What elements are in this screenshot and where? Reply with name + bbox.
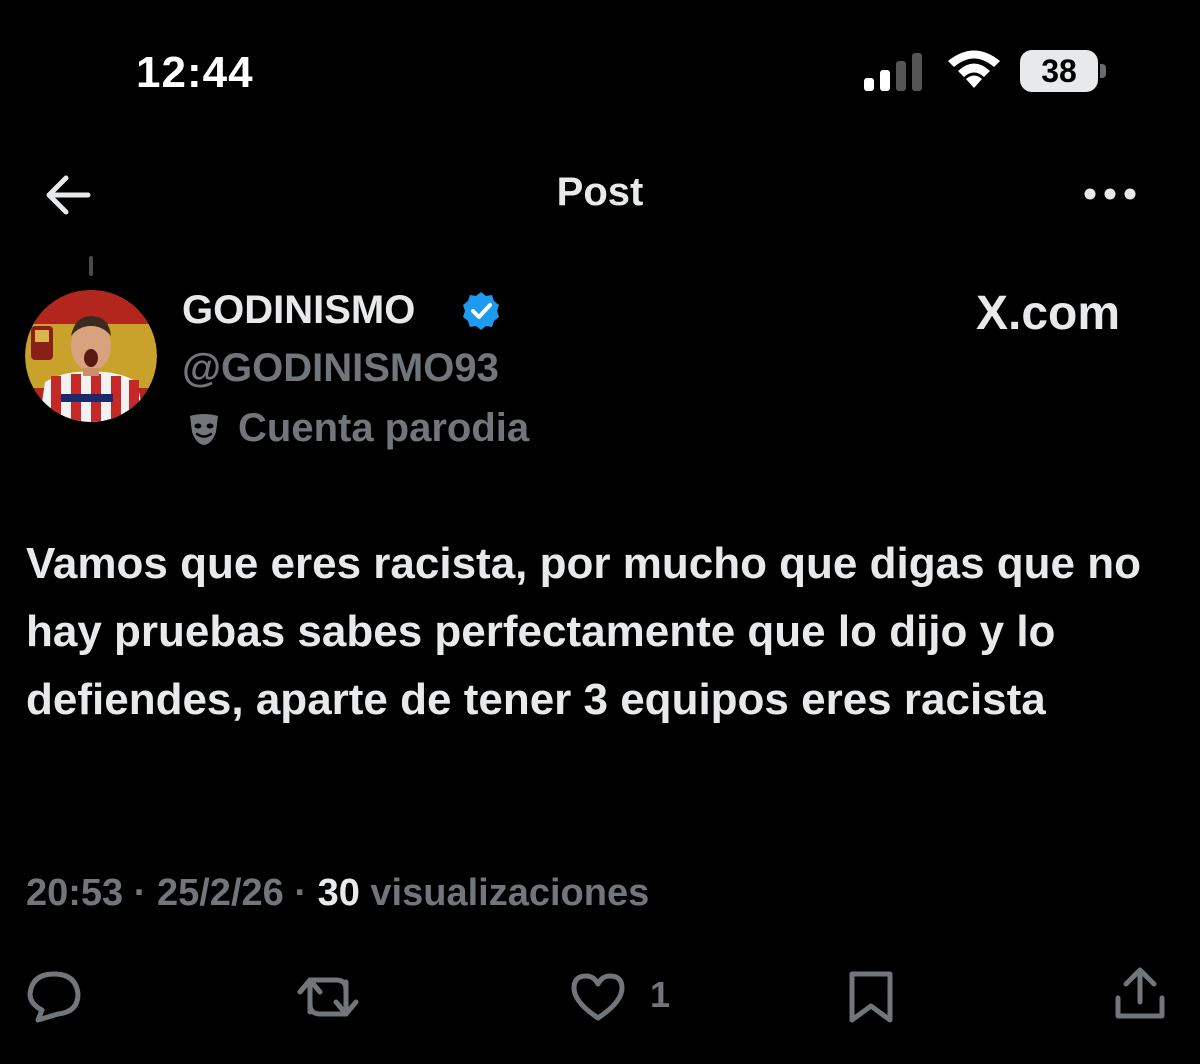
post-time: 20:53 — [26, 872, 124, 914]
reply-button[interactable] — [24, 960, 88, 1030]
bookmark-icon — [849, 971, 893, 1023]
views-label[interactable]: visualizaciones — [370, 872, 649, 914]
repost-icon — [297, 977, 359, 1017]
bookmark-button[interactable] — [846, 960, 896, 1030]
views-count[interactable]: 30 — [318, 872, 360, 914]
nav-bar: Post — [0, 150, 1200, 240]
post-text: Vamos que eres racista, por mucho que di… — [26, 539, 1141, 724]
like-button[interactable]: 1 — [568, 960, 678, 1030]
repost-button[interactable] — [296, 960, 360, 1030]
avatar[interactable] — [25, 290, 157, 422]
more-options-icon[interactable] — [1080, 172, 1140, 216]
author-name[interactable]: GODINISMO — [182, 288, 415, 333]
battery-tip — [1100, 64, 1106, 78]
page-title: Post — [556, 170, 644, 214]
meta-separator: · — [133, 872, 147, 914]
thread-connector-line — [89, 256, 93, 276]
post-date: 25/2/26 — [156, 872, 284, 914]
author-handle[interactable]: @GODINISMO93 — [182, 346, 499, 391]
meta-separator: · — [294, 872, 307, 914]
share-icon — [1115, 967, 1165, 1019]
theater-mask-icon — [190, 414, 218, 445]
share-button[interactable] — [1112, 960, 1168, 1030]
like-count: 1 — [650, 974, 671, 1015]
reply-icon — [27, 971, 81, 1023]
status-time: 12:44 — [136, 48, 254, 97]
verified-badge-icon[interactable] — [460, 290, 502, 332]
battery-level: 38 — [1041, 53, 1077, 89]
cellular-signal-icon — [864, 53, 922, 91]
action-bar: 1 — [0, 960, 1200, 1030]
parody-label: Cuenta parodia — [238, 406, 530, 450]
heart-icon — [571, 973, 625, 1021]
post-meta: 20:53 · 25/2/26 · 30 visualizaciones — [26, 872, 649, 915]
status-bar: 12:44 38 — [0, 0, 1200, 150]
watermark: X.com — [976, 287, 1121, 340]
wifi-icon — [948, 50, 1000, 88]
battery-icon: 38 — [1020, 50, 1106, 92]
